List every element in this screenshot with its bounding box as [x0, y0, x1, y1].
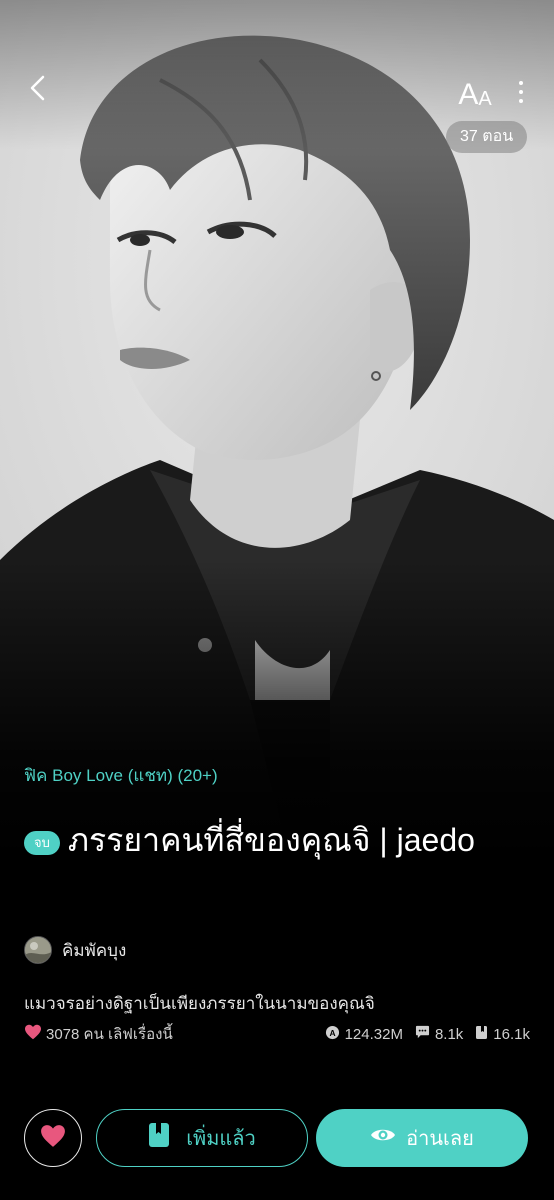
views-icon: A: [325, 1025, 340, 1044]
bookmarks-stat: 16.1k: [475, 1025, 530, 1044]
action-bar: เพิ่มแล้ว อ่านเลย: [24, 1108, 530, 1168]
read-label: อ่านเลย: [406, 1128, 474, 1150]
author-name: คิมพัคบุง: [62, 940, 127, 960]
heart-icon: [24, 1024, 42, 1044]
stats-row: 3078 คน เลิฟเรื่องนี้ A 124.32M 8.1k 16.…: [24, 1022, 530, 1046]
more-vertical-icon-dot: [519, 99, 523, 103]
bookmark-book-icon: [148, 1122, 170, 1154]
story-category[interactable]: ฟิค Boy Love (แชท) (20+): [24, 762, 218, 789]
favorite-button[interactable]: [24, 1109, 82, 1167]
font-size-label-small: A: [478, 88, 492, 110]
author-row[interactable]: คิมพัคบุง: [24, 936, 126, 964]
added-to-library-button[interactable]: เพิ่มแล้ว: [96, 1109, 308, 1167]
back-button[interactable]: [18, 70, 58, 110]
chevron-left-icon: [28, 74, 48, 107]
top-bar: A A 37 ตอน: [0, 0, 554, 180]
more-options-button[interactable]: [506, 72, 536, 112]
bookmarks-count: 16.1k: [493, 1025, 530, 1043]
comments-stat: 8.1k: [415, 1025, 463, 1043]
eye-icon: [370, 1126, 396, 1150]
comments-count: 8.1k: [434, 1025, 464, 1043]
svg-text:A: A: [329, 1027, 335, 1037]
episode-count-badge: 37 ตอน: [446, 121, 528, 153]
views-stat: A 124.32M: [325, 1025, 403, 1044]
metrics: A 124.32M 8.1k 16.1k: [325, 1025, 530, 1044]
book-icon: [475, 1025, 488, 1044]
more-vertical-icon: [519, 81, 523, 85]
story-title-row: จบ ภรรยาคนที่สี่ของคุณจิ | jaedo: [24, 808, 530, 872]
likes-stat: 3078 คน เลิฟเรื่องนี้: [24, 1022, 173, 1046]
story-synopsis: แมวจรอย่างดิฐาเป็นเพียงภรรยาในนามของคุณจ…: [24, 994, 375, 1013]
comment-icon: [415, 1025, 430, 1043]
more-vertical-icon-dot: [519, 90, 523, 94]
avatar: [24, 936, 52, 964]
status-badge: จบ: [24, 830, 60, 855]
added-label: เพิ่มแล้ว: [186, 1128, 256, 1150]
heart-icon: [40, 1124, 66, 1153]
read-now-button[interactable]: อ่านเลย: [316, 1109, 528, 1167]
views-count: 124.32M: [344, 1025, 403, 1043]
font-size-button[interactable]: A A: [452, 70, 498, 111]
font-size-label-big: A: [458, 78, 479, 111]
story-title: ภรรยาคนที่สี่ของคุณจิ | jaedo: [67, 822, 475, 858]
likes-text: 3078 คน เลิฟเรื่องนี้: [46, 1026, 173, 1043]
